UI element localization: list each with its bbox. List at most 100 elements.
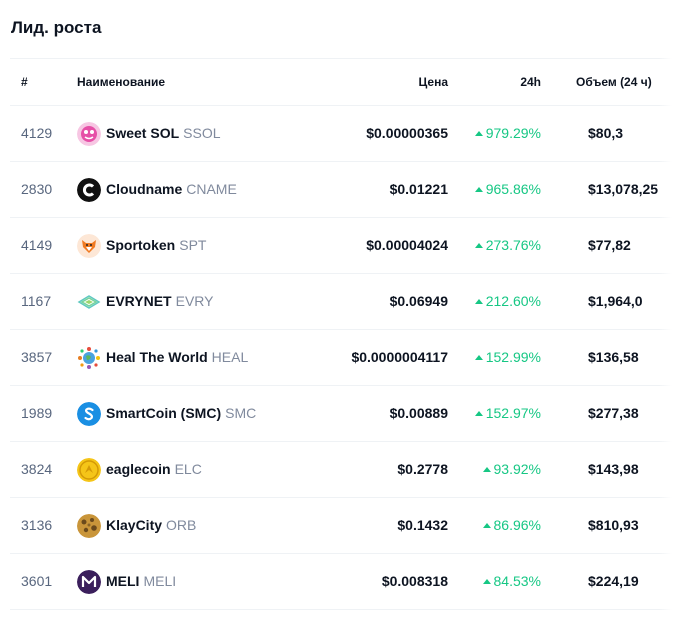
- change-value: 86.96%: [493, 517, 541, 533]
- volume-cell: $224,19: [588, 573, 639, 589]
- coin-symbol: SMC: [225, 405, 257, 421]
- coin-symbol: MELI: [143, 573, 177, 589]
- coin-symbol: EVRY: [175, 293, 214, 309]
- volume-cell: $143,98: [588, 461, 639, 477]
- rank-cell: 1167: [21, 293, 52, 309]
- klaycity-orb-icon: [77, 514, 101, 538]
- caret-up-icon: [474, 299, 483, 304]
- coin-name-link[interactable]: Sportoken SPT: [106, 237, 206, 253]
- caret-up-icon: [482, 523, 491, 528]
- heal-the-world-globe-icon: [77, 346, 101, 370]
- caret-up-icon: [474, 355, 483, 360]
- eaglecoin-icon: [77, 458, 101, 482]
- change-cell: 965.86%: [474, 181, 541, 197]
- sportoken-fox-icon: [77, 234, 101, 258]
- table-body: 4129 Sweet SOL SSOL $0.00000365 979.29% $…: [10, 106, 675, 610]
- change-value: 273.76%: [485, 237, 541, 253]
- coin-name: Sportoken: [106, 237, 176, 253]
- price-cell: $0.00000365: [366, 125, 448, 141]
- gainers-table: # Наименование Цена 24h Объем (24 ч) 412…: [10, 58, 675, 618]
- rank-cell: 3824: [21, 461, 53, 477]
- volume-cell: $810,93: [588, 517, 639, 533]
- sweet-sol-icon: [77, 122, 101, 146]
- volume-cell: $77,82: [588, 237, 631, 253]
- coin-name: KlayCity: [106, 517, 163, 533]
- header-rank[interactable]: #: [21, 75, 28, 89]
- table-row[interactable]: 2830 Cloudname CNAME $0.01221 965.86% $13…: [10, 162, 675, 218]
- coin-name-link[interactable]: KlayCity ORB: [106, 517, 196, 533]
- change-cell: 152.99%: [474, 349, 541, 365]
- caret-up-icon: [474, 243, 483, 248]
- change-cell: 93.92%: [482, 461, 541, 477]
- coin-symbol: HEAL: [211, 349, 249, 365]
- caret-up-icon: [474, 411, 483, 416]
- coin-symbol: ORB: [166, 517, 197, 533]
- table-row[interactable]: 3857 Heal The World HEAL $0.0000004117 15…: [10, 330, 675, 386]
- header-name[interactable]: Наименование: [77, 75, 165, 89]
- price-cell: $0.00004024: [366, 237, 448, 253]
- coin-symbol: CNAME: [186, 181, 237, 197]
- table-row[interactable]: 3824 eaglecoin ELC $0.2778 93.92% $143,98: [10, 442, 675, 498]
- caret-up-icon: [474, 187, 483, 192]
- change-cell: 979.29%: [474, 125, 541, 141]
- evrynet-layers-icon: [77, 290, 101, 314]
- coin-symbol: SPT: [179, 237, 207, 253]
- table-row[interactable]: 4129 Sweet SOL SSOL $0.00000365 979.29% $…: [10, 106, 675, 162]
- volume-cell: $1,964,0: [588, 293, 643, 309]
- coin-symbol: SSOL: [183, 125, 221, 141]
- caret-up-icon: [482, 467, 491, 472]
- coin-name-link[interactable]: Sweet SOL SSOL: [106, 125, 221, 141]
- volume-cell: $277,38: [588, 405, 639, 421]
- table-row[interactable]: 3136 KlayCity ORB $0.1432 86.96% $810,93: [10, 498, 675, 554]
- coin-name-link[interactable]: EVRYNET EVRY: [106, 293, 213, 309]
- coin-name: MELI: [106, 573, 140, 589]
- volume-cell: $80,3: [588, 125, 624, 141]
- table-row[interactable]: 4149 Sportoken SPT $0.00004024 273.76% $7…: [10, 218, 675, 274]
- rank-cell: 2830: [21, 181, 53, 197]
- coin-name-link[interactable]: Cloudname CNAME: [106, 181, 237, 197]
- header-price[interactable]: Цена: [418, 75, 448, 89]
- header-volume-24h[interactable]: Объем (24 ч): [576, 75, 652, 89]
- change-cell: 84.53%: [482, 573, 541, 589]
- coin-name-link[interactable]: Heal The World HEAL: [106, 349, 248, 365]
- page-title: Лид. роста: [11, 18, 102, 37]
- coin-name-link[interactable]: SmartCoin (SMC) SMC: [106, 405, 256, 421]
- price-cell: $0.06949: [389, 293, 448, 309]
- table-row[interactable]: 1167 EVRYNET EVRY $0.06949 212.60% $1,964…: [10, 274, 675, 330]
- change-value: 152.97%: [485, 405, 541, 421]
- table-row[interactable]: 3601 MELI MELI $0.008318 84.53% $224,19: [10, 554, 675, 610]
- volume-cell: $136,58: [588, 349, 639, 365]
- coin-name: eaglecoin: [106, 461, 171, 477]
- rank-cell: 1989: [21, 405, 53, 421]
- coin-name: Cloudname: [106, 181, 183, 197]
- header-change-24h[interactable]: 24h: [520, 75, 541, 89]
- change-value: 152.99%: [485, 349, 541, 365]
- change-value: 212.60%: [485, 293, 541, 309]
- change-cell: 273.76%: [474, 237, 541, 253]
- price-cell: $0.0000004117: [351, 349, 448, 365]
- smartcoin-s-icon: [77, 402, 101, 426]
- price-cell: $0.1432: [397, 517, 448, 533]
- price-cell: $0.01221: [389, 181, 448, 197]
- change-cell: 212.60%: [474, 293, 541, 309]
- coin-name-link[interactable]: MELI MELI: [106, 573, 176, 589]
- coin-name: EVRYNET: [106, 293, 172, 309]
- rank-cell: 3601: [21, 573, 53, 589]
- price-cell: $0.008318: [381, 573, 448, 589]
- coin-symbol: ELC: [174, 461, 202, 477]
- coin-name: SmartCoin (SMC): [106, 405, 222, 421]
- table-overflow-fade: [659, 58, 675, 618]
- coin-name-link[interactable]: eaglecoin ELC: [106, 461, 202, 477]
- coin-name: Heal The World: [106, 349, 208, 365]
- cloudname-icon: [77, 178, 101, 202]
- change-value: 965.86%: [485, 181, 541, 197]
- table-header: # Наименование Цена 24h Объем (24 ч): [10, 58, 675, 106]
- price-cell: $0.00889: [389, 405, 448, 421]
- change-value: 84.53%: [493, 573, 541, 589]
- change-cell: 152.97%: [474, 405, 541, 421]
- coin-name: Sweet SOL: [106, 125, 180, 141]
- caret-up-icon: [482, 579, 491, 584]
- caret-up-icon: [474, 131, 483, 136]
- table-row[interactable]: 1989 SmartCoin (SMC) SMC $0.00889 152.97%…: [10, 386, 675, 442]
- rank-cell: 4149: [21, 237, 53, 253]
